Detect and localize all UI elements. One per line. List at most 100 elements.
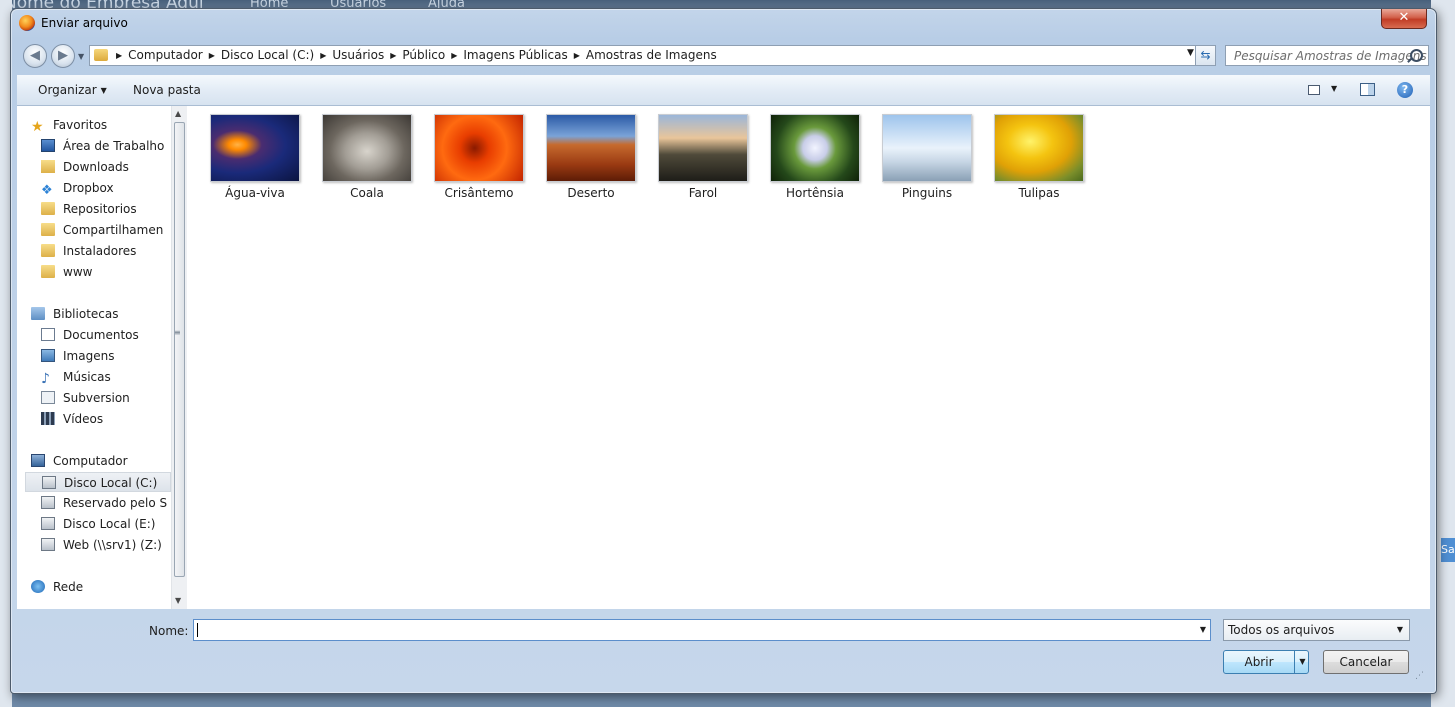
folder-icon [41,202,55,215]
file-item[interactable]: Crisântemo [433,114,525,200]
breadcrumb: ▶ Computador ▶ Disco Local (C:) ▶ Usuári… [114,48,721,62]
address-bar[interactable]: ▶ Computador ▶ Disco Local (C:) ▶ Usuári… [89,45,1207,66]
search-icon[interactable] [1410,49,1423,62]
crumb-users[interactable]: Usuários [328,48,388,62]
search-input[interactable]: Pesquisar Amostras de Imagens [1225,45,1429,66]
nav-downloads[interactable]: Downloads [41,157,129,177]
close-button[interactable]: ✕ [1381,9,1427,29]
file-name: Hortênsia [786,186,844,200]
crumb-public[interactable]: Público [398,48,449,62]
file-item[interactable]: Tulipas [993,114,1085,200]
drive-icon [41,496,55,509]
nav-repositorios[interactable]: Repositorios [41,199,137,219]
nav-label: Disco Local (E:) [63,517,156,531]
image-thumbnail [546,114,636,182]
nav-pane-scrollbar[interactable]: ▲ ≡ ▼ [171,106,187,609]
preview-pane-icon[interactable] [1360,83,1375,96]
nav-reservado[interactable]: Reservado pelo S [41,493,171,513]
file-name: Deserto [567,186,615,200]
chevron-right-icon[interactable]: ▶ [207,51,217,60]
help-icon[interactable]: ? [1397,82,1413,98]
chevron-right-icon[interactable]: ▶ [114,51,124,60]
nav-label: www [63,265,93,279]
scroll-down-icon[interactable]: ▼ [175,596,181,605]
nav-musicas[interactable]: ♪ Músicas [41,367,111,387]
libraries-icon [31,307,45,320]
file-name-label: Nome: [149,624,189,638]
change-view-icon[interactable] [1308,85,1320,95]
chevron-right-icon[interactable]: ▶ [318,51,328,60]
crumb-public-images[interactable]: Imagens Públicas [459,48,571,62]
address-dropdown-icon[interactable]: ▼ [1187,48,1194,58]
drive-icon [41,517,55,530]
navigation-pane: ★ Favoritos Área de Trabalho Downloads ❖ D… [17,106,171,609]
nav-web-z[interactable]: Web (\\srv1) (Z:) [41,535,162,555]
back-arrow-icon: ◀ [30,48,40,63]
title-bar[interactable]: Enviar arquivo ✕ [11,9,1436,39]
nav-label: Downloads [63,160,129,174]
background-button: Sa [1441,538,1455,562]
chevron-down-icon[interactable]: ▼ [1200,625,1206,634]
nav-dropbox[interactable]: ❖ Dropbox [41,178,114,198]
nav-network[interactable]: Rede [31,577,83,597]
file-item[interactable]: Deserto [545,114,637,200]
recent-pages-dropdown[interactable]: ▼ [78,52,84,61]
open-options-dropdown[interactable]: ▼ [1294,651,1310,673]
file-item[interactable]: Água-viva [209,114,301,200]
view-options-dropdown-icon[interactable]: ▼ [1331,84,1337,93]
nav-label: Repositorios [63,202,137,216]
organize-label: Organizar [38,83,97,97]
chevron-right-icon[interactable]: ▶ [449,51,459,60]
file-name: Pinguins [901,186,953,200]
file-name-input[interactable]: ▼ [193,619,1211,641]
nav-www[interactable]: www [41,262,92,282]
chevron-right-icon[interactable]: ▶ [572,51,582,60]
scroll-thumb[interactable] [174,122,185,577]
file-item[interactable]: Pinguins [881,114,973,200]
network-icon [31,580,45,593]
folder-icon [41,265,55,278]
scroll-up-icon[interactable]: ▲ [175,109,181,118]
open-button[interactable]: Abrir ▼ [1223,650,1309,674]
nav-compartilhamento[interactable]: Compartilhamen [41,220,171,240]
new-folder-button[interactable]: Nova pasta [133,83,201,97]
resize-grip-icon[interactable]: ⋰ [1415,671,1424,681]
file-item[interactable]: Hortênsia [769,114,861,200]
dialog-footer: Nome: ▼ Todos os arquivos ▼ Abrir ▼ Canc… [17,610,1430,686]
crumb-local-disk[interactable]: Disco Local (C:) [217,48,318,62]
nav-label: Documentos [63,328,139,342]
file-item[interactable]: Farol [657,114,749,200]
nav-disco-e[interactable]: Disco Local (E:) [41,514,155,534]
cancel-button[interactable]: Cancelar [1323,650,1409,674]
back-button[interactable]: ◀ [23,44,47,68]
crumb-computer[interactable]: Computador [124,48,207,62]
organize-button[interactable]: Organizar ▼ [38,83,107,97]
nav-documentos[interactable]: Documentos [41,325,139,345]
music-icon: ♪ [41,371,50,387]
command-bar: Organizar ▼ Nova pasta ▼ ? [17,75,1430,106]
file-item[interactable]: Coala [321,114,413,200]
nav-videos[interactable]: Vídeos [41,409,103,429]
nav-label: Músicas [63,370,111,384]
nav-desktop[interactable]: Área de Trabalho [41,136,171,156]
nav-disco-c[interactable]: Disco Local (C:) [25,472,171,492]
library-doc-icon [41,391,55,404]
file-list: Água-viva Coala Crisântemo Deserto Farol… [187,106,1430,609]
crumb-sample-images[interactable]: Amostras de Imagens [582,48,721,62]
nav-subversion[interactable]: Subversion [41,388,130,408]
dropbox-icon: ❖ [41,183,53,198]
chevron-right-icon[interactable]: ▶ [388,51,398,60]
nav-computer[interactable]: Computador [31,451,128,471]
file-type-select[interactable]: Todos os arquivos ▼ [1223,619,1410,641]
refresh-icon: ⇆ [1200,48,1211,62]
nav-libraries[interactable]: Bibliotecas [31,304,118,324]
refresh-button[interactable]: ⇆ [1195,45,1216,66]
nav-favorites[interactable]: ★ Favoritos [31,115,107,135]
image-thumbnail [322,114,412,182]
nav-instaladores[interactable]: Instaladores [41,241,136,261]
chevron-down-icon: ▼ [100,86,107,95]
forward-arrow-icon: ▶ [58,48,68,63]
image-thumbnail [882,114,972,182]
nav-imagens[interactable]: Imagens [41,346,114,366]
forward-button[interactable]: ▶ [51,44,75,68]
